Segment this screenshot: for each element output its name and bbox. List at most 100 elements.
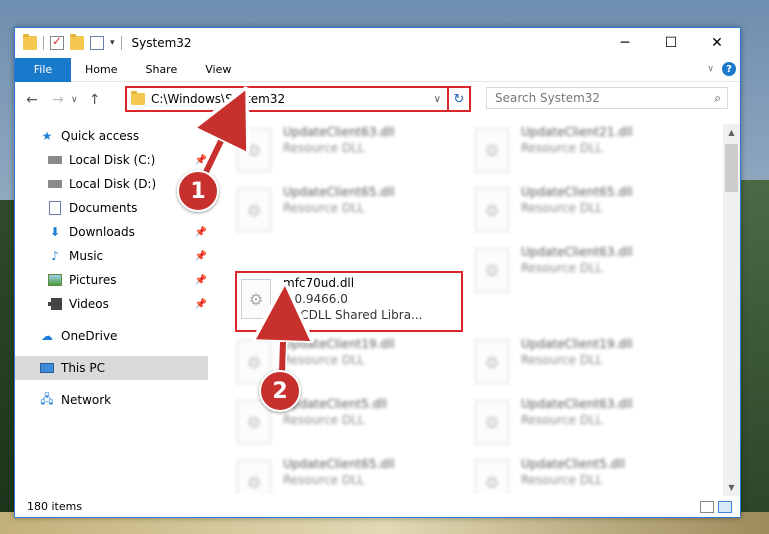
file-description: Resource DLL — [283, 353, 365, 367]
help-icon[interactable]: ? — [722, 62, 736, 76]
address-dropdown-icon[interactable]: ∨ — [434, 94, 441, 105]
file-name: UpdateClient63.dll — [283, 125, 395, 139]
recent-locations-icon[interactable]: ∨ — [71, 95, 78, 105]
file-tile[interactable]: ⚙ UpdateClient5.dll Resource DLL — [225, 396, 455, 454]
sidebar-item-label: Downloads — [69, 225, 135, 239]
sidebar-item-label: Quick access — [61, 129, 140, 143]
file-tile[interactable]: ⚙ UpdateClient63.dll Resource DLL — [225, 124, 455, 182]
back-arrow-icon[interactable]: ← — [23, 92, 41, 108]
file-tile-mfc70ud[interactable]: ⚙ mfc70ud.dll 7.0.9466.0 MFCDLL Shared L… — [235, 271, 463, 332]
file-tile[interactable]: ⚙ UpdateClient63.dll Resource DLL — [463, 244, 693, 302]
ribbon-tabs: File Home Share View ∨ ? — [15, 57, 740, 82]
file-description: Resource DLL — [521, 473, 603, 487]
sidebar-item-label: This PC — [61, 361, 105, 375]
window-title: System32 — [131, 36, 192, 50]
sidebar-item-label: Network — [61, 393, 112, 407]
file-tile[interactable]: ⚙ UpdateClient65.dll Resource DLL — [225, 456, 455, 494]
sidebar-item-local-disk-c[interactable]: Local Disk (C:) 📌 — [15, 148, 208, 172]
pin-icon[interactable]: 📌 — [194, 251, 208, 262]
file-description: Resource DLL — [521, 261, 603, 275]
explorer-window: ▾ System32 ─ ☐ ✕ File Home Share View ∨ … — [14, 27, 741, 518]
desktop-background-right — [739, 180, 769, 534]
search-input[interactable]: Search System32 — [495, 91, 714, 105]
sidebar-item-label: Documents — [69, 201, 138, 215]
new-folder-icon[interactable] — [70, 34, 84, 50]
properties-check-icon[interactable] — [50, 34, 64, 50]
file-tile[interactable]: ⚙ UpdateClient21.dll Resource DLL — [463, 124, 693, 182]
file-description: Resource DLL — [521, 353, 603, 367]
forward-arrow-icon[interactable]: → — [49, 92, 67, 108]
up-arrow-icon[interactable]: ↑ — [86, 92, 104, 108]
sidebar-item-downloads[interactable]: ⬇ Downloads 📌 — [15, 220, 208, 244]
customize-icon[interactable] — [90, 36, 104, 50]
star-icon: ★ — [41, 129, 53, 143]
dll-file-icon: ⚙ — [475, 188, 509, 232]
details-view-icon[interactable] — [700, 501, 714, 513]
address-path[interactable]: C:\Windows\System32 — [151, 92, 434, 106]
documents-icon — [47, 201, 63, 215]
tab-file[interactable]: File — [15, 57, 71, 82]
sidebar-item-videos[interactable]: Videos 📌 — [15, 292, 208, 316]
refresh-icon[interactable]: ↻ — [447, 88, 469, 110]
pin-icon[interactable]: 📌 — [194, 299, 208, 310]
pin-icon[interactable]: 📌 — [194, 155, 208, 166]
sidebar-item-quick-access[interactable]: ★ Quick access — [15, 124, 208, 148]
sidebar-item-label: Music — [69, 249, 104, 263]
scroll-down-icon[interactable]: ▼ — [723, 479, 740, 496]
sidebar-item-network[interactable]: 🖧 Network — [15, 388, 208, 412]
tiles-view-icon[interactable] — [718, 501, 732, 513]
view-switcher — [700, 501, 732, 513]
network-icon: 🖧 — [40, 391, 54, 406]
sidebar-item-this-pc[interactable]: This PC — [15, 356, 208, 380]
sidebar-item-label: Videos — [69, 297, 109, 311]
scroll-up-icon[interactable]: ▲ — [723, 124, 740, 141]
file-tile[interactable]: ⚙ UpdateClient65.dll Resource DLL — [225, 184, 455, 242]
tab-view[interactable]: View — [191, 58, 245, 82]
customize-caret-icon[interactable]: ▾ — [110, 38, 115, 48]
expand-ribbon-icon[interactable]: ∨ — [707, 64, 714, 74]
pin-icon[interactable]: 📌 — [194, 275, 208, 286]
maximize-button[interactable]: ☐ — [648, 28, 694, 58]
vertical-scrollbar[interactable]: ▲ ▼ — [723, 124, 740, 496]
dll-file-icon: ⚙ — [237, 128, 271, 172]
disk-icon — [47, 177, 63, 191]
downloads-icon: ⬇ — [49, 225, 61, 239]
file-tile[interactable]: ⚙ UpdateClient19.dll Resource DLL — [463, 336, 693, 394]
search-icon[interactable]: ⌕ — [714, 91, 721, 106]
callout-step-1: 1 — [177, 170, 219, 212]
dll-file-icon: ⚙ — [475, 400, 509, 444]
folder-icon[interactable] — [23, 34, 37, 50]
file-name: UpdateClient5.dll — [521, 457, 625, 471]
file-description: Resource DLL — [521, 413, 603, 427]
file-name: UpdateClient63.dll — [521, 397, 633, 411]
scroll-thumb[interactable] — [725, 144, 738, 192]
tab-share[interactable]: Share — [131, 58, 191, 82]
minimize-button[interactable]: ─ — [602, 28, 648, 58]
file-tile[interactable]: ⚙ UpdateClient63.dll Resource DLL — [463, 396, 693, 454]
close-button[interactable]: ✕ — [694, 28, 740, 58]
file-description: Resource DLL — [283, 201, 365, 215]
file-tile[interactable]: ⚙ UpdateClient65.dll Resource DLL — [463, 184, 693, 242]
sidebar-item-music[interactable]: ♪ Music 📌 — [15, 244, 208, 268]
pictures-icon — [47, 273, 63, 287]
file-tile[interactable]: ⚙ UpdateClient5.dll Resource DLL — [463, 456, 693, 494]
file-name: UpdateClient21.dll — [521, 125, 633, 139]
tab-home[interactable]: Home — [71, 58, 131, 82]
file-list: ⚙ UpdateClient63.dll Resource DLL ⚙ Updat… — [225, 124, 725, 494]
address-bar[interactable]: C:\Windows\System32 ∨ ↻ — [125, 86, 471, 112]
file-name: UpdateClient65.dll — [283, 457, 395, 471]
file-name: mfc70ud.dll — [283, 276, 355, 290]
music-icon: ♪ — [51, 249, 59, 263]
sidebar-item-pictures[interactable]: Pictures 📌 — [15, 268, 208, 292]
pin-icon[interactable]: 📌 — [194, 227, 208, 238]
sidebar-item-onedrive[interactable]: ☁ OneDrive — [15, 324, 208, 348]
sidebar-item-label: Local Disk (D:) — [69, 177, 157, 191]
file-name: UpdateClient65.dll — [283, 185, 395, 199]
sidebar-item-label: Pictures — [69, 273, 117, 287]
search-box[interactable]: Search System32 ⌕ — [486, 87, 728, 109]
dll-file-icon: ⚙ — [237, 188, 271, 232]
minimize-icon: ─ — [620, 35, 630, 51]
